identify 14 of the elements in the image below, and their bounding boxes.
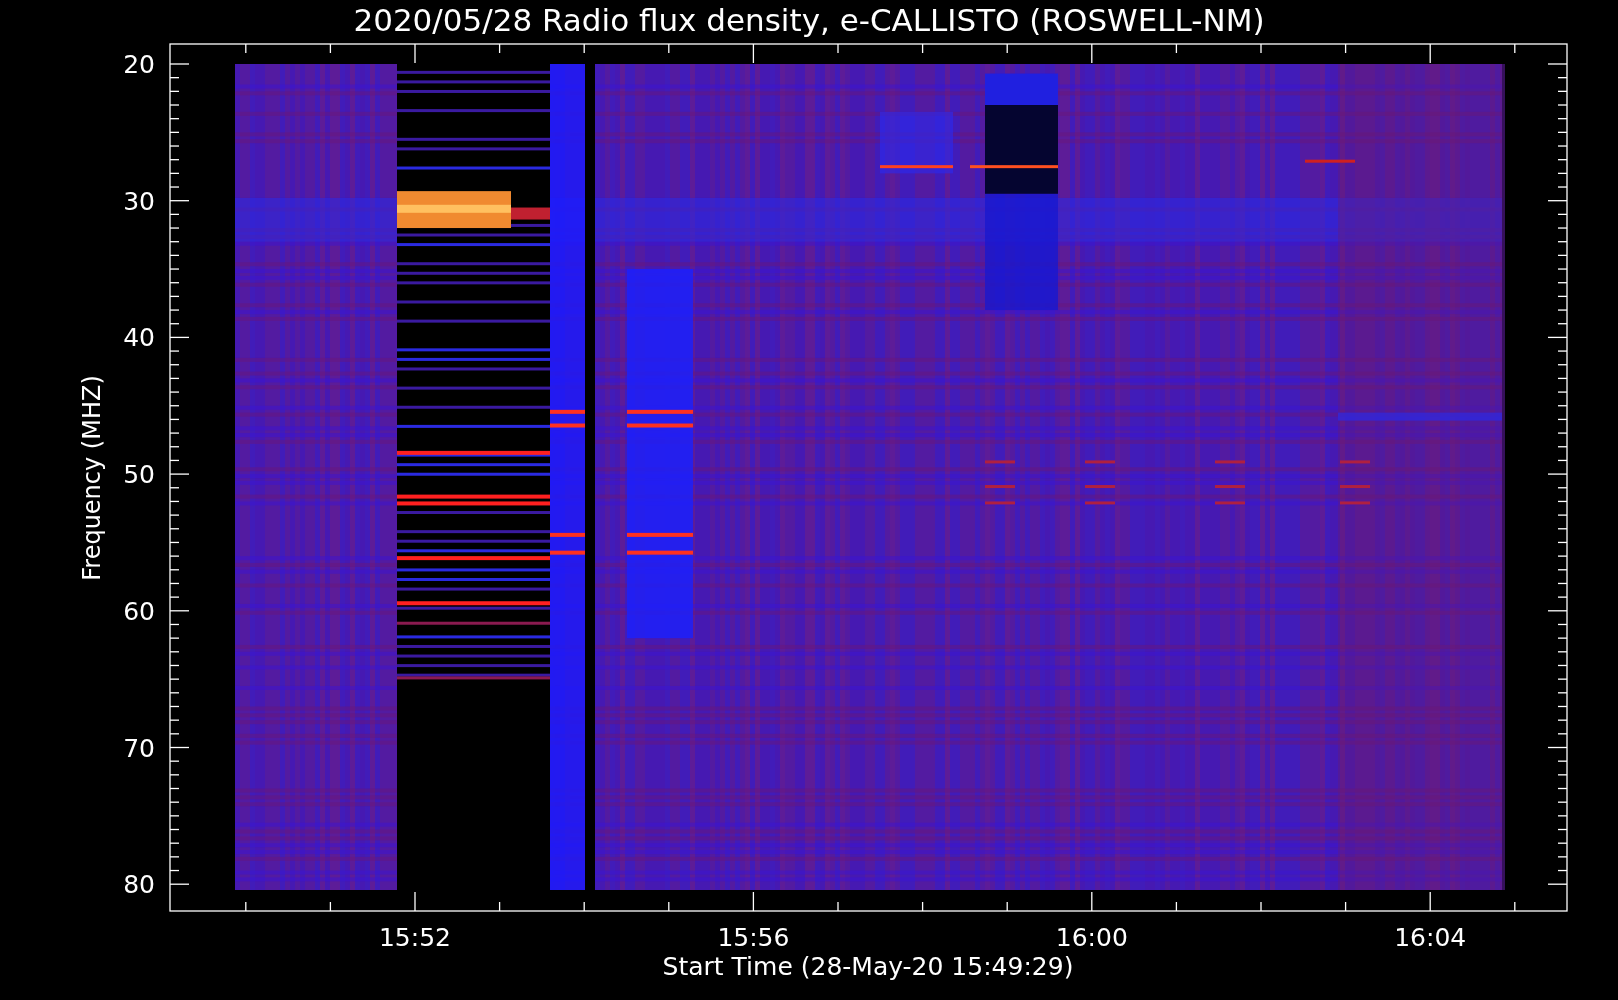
chart-title: 2020/05/28 Radio flux density, e-CALLISTO (ROSWELL-NM) [353, 2, 1265, 38]
x-tick-label: 15:56 [717, 923, 790, 952]
y-tick-label: 70 [123, 733, 155, 763]
x-tick-label: 16:00 [1055, 923, 1128, 952]
y-tick-label: 60 [123, 596, 155, 626]
y-tick-label: 30 [123, 186, 155, 216]
x-tick-label: 16:04 [1394, 923, 1467, 952]
y-tick-label: 80 [123, 870, 155, 900]
x-tick-label: 15:52 [379, 923, 451, 952]
y-tick-label: 40 [123, 323, 155, 353]
y-tick-label: 50 [123, 460, 155, 490]
y-axis-label: Frequency (MHZ) [78, 375, 106, 581]
y-tick-label: 20 [123, 50, 155, 79]
x-axis-label: Start Time (28-May-20 15:49:29) [662, 952, 1074, 981]
